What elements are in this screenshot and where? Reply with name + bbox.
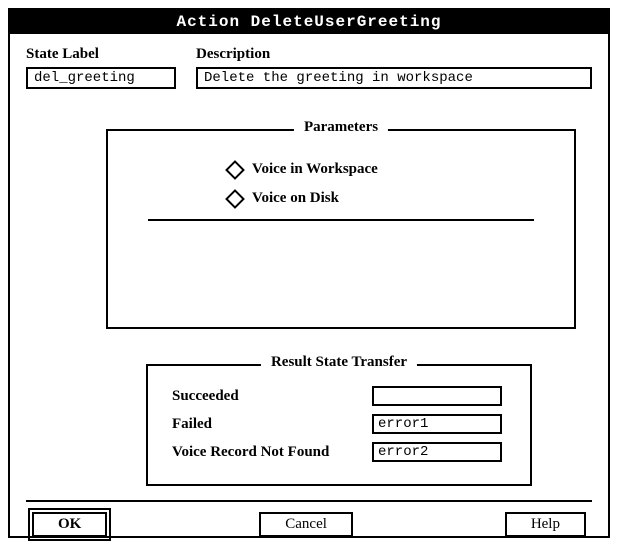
result-label: Succeeded (172, 388, 372, 405)
voice-not-found-input[interactable] (372, 442, 502, 462)
result-state-fieldset: Result State Transfer Succeeded Failed V… (146, 364, 532, 486)
radio-label: Voice in Workspace (252, 161, 378, 178)
state-label-group: State Label (26, 46, 176, 89)
radio-voice-disk[interactable]: Voice on Disk (228, 190, 554, 207)
radio-label: Voice on Disk (252, 190, 339, 207)
failed-input[interactable] (372, 414, 502, 434)
state-label-caption: State Label (26, 46, 176, 63)
result-label: Failed (172, 416, 372, 433)
result-label: Voice Record Not Found (172, 444, 372, 461)
result-row-notfound: Voice Record Not Found (172, 442, 506, 462)
parameters-legend: Parameters (294, 119, 388, 136)
dialog-window: Action DeleteUserGreeting State Label De… (8, 8, 610, 538)
dialog-content: State Label Description Parameters Voice… (10, 34, 608, 547)
diamond-radio-icon (225, 160, 245, 180)
state-label-input[interactable] (26, 67, 176, 89)
result-state-legend: Result State Transfer (261, 354, 417, 371)
parameters-divider (148, 219, 534, 221)
button-row: OK Cancel Help (26, 512, 592, 537)
succeeded-input[interactable] (372, 386, 502, 406)
top-fields-row: State Label Description (26, 46, 592, 89)
window-title: Action DeleteUserGreeting (176, 13, 441, 31)
parameters-fieldset: Parameters Voice in Workspace Voice on D… (106, 129, 576, 329)
button-divider (26, 500, 592, 502)
description-input[interactable] (196, 67, 592, 89)
help-button[interactable]: Help (505, 512, 586, 537)
cancel-button[interactable]: Cancel (259, 512, 353, 537)
result-row-succeeded: Succeeded (172, 386, 506, 406)
radio-voice-workspace[interactable]: Voice in Workspace (228, 161, 554, 178)
result-row-failed: Failed (172, 414, 506, 434)
description-group: Description (196, 46, 592, 89)
diamond-radio-icon (225, 189, 245, 209)
ok-button[interactable]: OK (32, 512, 107, 537)
title-bar: Action DeleteUserGreeting (10, 10, 608, 34)
description-caption: Description (196, 46, 592, 63)
